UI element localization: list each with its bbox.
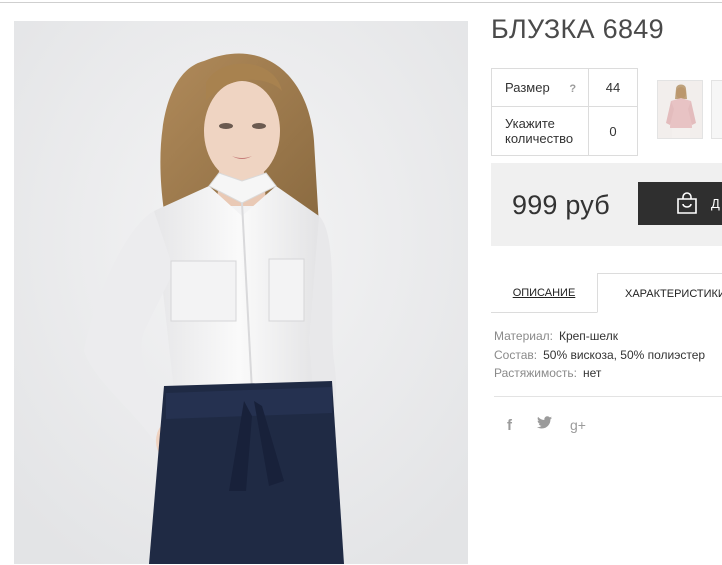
product-title: БЛУЗКА 6849	[491, 14, 664, 44]
help-icon[interactable]: ?	[569, 83, 576, 95]
specs-list: Материал: Креп-шелк Состав: 50% вискоза, 5…	[494, 327, 705, 383]
quantity-label-line2: количество	[505, 131, 574, 146]
product-image[interactable]	[14, 21, 468, 564]
price-box: 999 руб Д	[491, 163, 722, 246]
facebook-icon[interactable]: f	[507, 417, 512, 434]
quantity-label-line1: Укажите	[505, 116, 555, 131]
tab-description[interactable]: ОПИСАНИЕ	[491, 273, 597, 312]
thumbnail-1[interactable]	[657, 80, 703, 139]
spec-label: Материал:	[494, 329, 553, 343]
spec-label: Растяжимость:	[494, 366, 578, 380]
size-label: Размер	[505, 80, 550, 95]
size-value[interactable]: 44	[588, 68, 638, 107]
product-tabs: ОПИСАНИЕ ХАРАКТЕРИСТИКИ	[491, 273, 722, 313]
google-plus-icon[interactable]: g+	[570, 417, 586, 433]
size-row: Размер ? 44	[491, 68, 638, 107]
spec-value: нет	[583, 366, 602, 380]
top-divider	[0, 2, 722, 3]
quantity-row: Укажите количество 0	[491, 106, 638, 156]
price-amount: 999 руб	[512, 190, 610, 220]
quantity-value[interactable]: 0	[588, 106, 638, 156]
divider	[494, 396, 722, 397]
tab-characteristics[interactable]: ХАРАКТЕРИСТИКИ	[597, 273, 722, 313]
twitter-icon[interactable]	[537, 416, 552, 432]
size-label-cell: Размер ?	[491, 68, 589, 107]
spec-value: 50% вискоза, 50% полиэстер	[543, 347, 706, 362]
shopping-bag-icon	[675, 191, 699, 218]
spec-row-material: Материал: Креп-шелк	[494, 327, 705, 346]
spec-value: Креп-шелк	[558, 329, 618, 343]
quantity-label: Укажите количество	[491, 106, 589, 156]
add-to-cart-label: Д	[711, 196, 720, 211]
thumbnail-2[interactable]	[711, 80, 722, 139]
spec-row-composition: Состав: 50% вискоза, 50% полиэстер	[494, 346, 705, 365]
options-table: Размер ? 44 Укажите количество 0	[491, 68, 638, 156]
add-to-cart-button[interactable]: Д	[638, 182, 722, 225]
spec-row-stretch: Растяжимость: нет	[494, 364, 705, 383]
spec-label: Состав:	[494, 347, 538, 362]
